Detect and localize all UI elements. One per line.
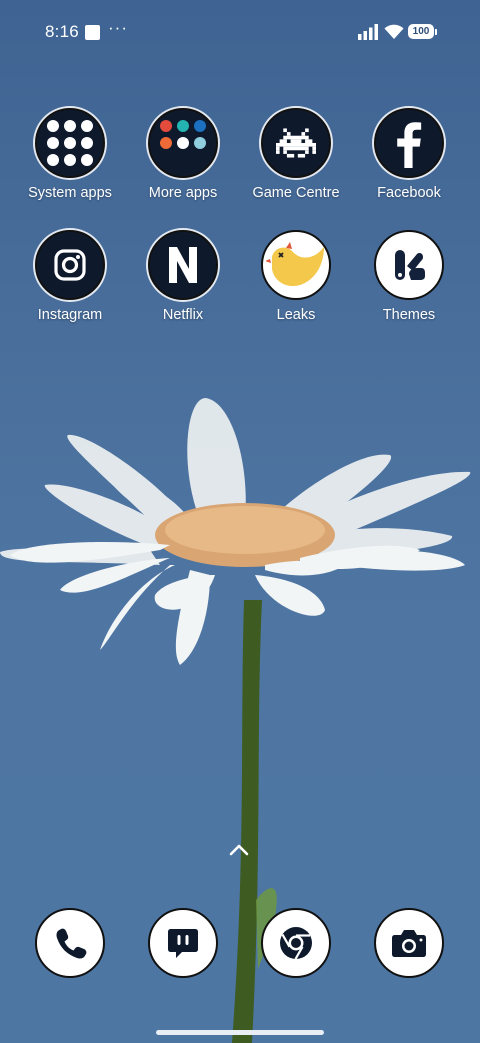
- app-facebook[interactable]: Facebook: [353, 108, 465, 201]
- wifi-icon: [384, 24, 404, 39]
- app-drawer-arrow-icon[interactable]: [228, 843, 250, 857]
- app-label: Netflix: [162, 307, 204, 323]
- dock-messages[interactable]: [148, 908, 218, 978]
- folder-icon: [35, 108, 105, 178]
- space-invader-icon: [261, 108, 331, 178]
- app-game-centre[interactable]: Game Centre: [240, 108, 352, 201]
- app-leaks[interactable]: Leaks: [240, 230, 352, 323]
- app-label: More apps: [148, 185, 218, 201]
- status-time: 8:16: [45, 22, 79, 41]
- phone-icon: [56, 928, 87, 959]
- dock-chrome[interactable]: [261, 908, 331, 978]
- facebook-icon: [374, 108, 444, 178]
- dock-phone[interactable]: [35, 908, 105, 978]
- battery-icon: 100: [408, 24, 434, 39]
- netflix-icon: [148, 230, 218, 300]
- battery-tip: [435, 29, 437, 35]
- app-more-apps[interactable]: More apps: [127, 108, 239, 201]
- more-notifications-icon: ···: [108, 18, 128, 37]
- app-instagram[interactable]: Instagram: [14, 230, 126, 323]
- home-indicator[interactable]: [156, 1030, 324, 1035]
- signal-icon: [358, 24, 378, 40]
- app-label: Game Centre: [252, 185, 340, 201]
- app-label: Themes: [382, 307, 436, 323]
- folder-icon: [148, 108, 218, 178]
- app-label: System apps: [28, 185, 112, 201]
- app-label: Leaks: [276, 307, 316, 323]
- app-netflix[interactable]: Netflix: [127, 230, 239, 323]
- app-label: Instagram: [37, 307, 103, 323]
- chrome-icon: [280, 927, 312, 960]
- status-bar: 8:16 ··· 100: [0, 0, 480, 64]
- app-label: Facebook: [377, 185, 441, 201]
- dock-camera[interactable]: [374, 908, 444, 978]
- app-system-apps[interactable]: System apps: [14, 108, 126, 201]
- themes-icon: [374, 230, 444, 300]
- camera-icon: [392, 930, 426, 957]
- messages-icon: [168, 929, 198, 958]
- app-themes[interactable]: Themes: [353, 230, 465, 323]
- instagram-icon: [35, 230, 105, 300]
- notification-icon: [85, 25, 100, 40]
- bird-icon: [261, 230, 331, 300]
